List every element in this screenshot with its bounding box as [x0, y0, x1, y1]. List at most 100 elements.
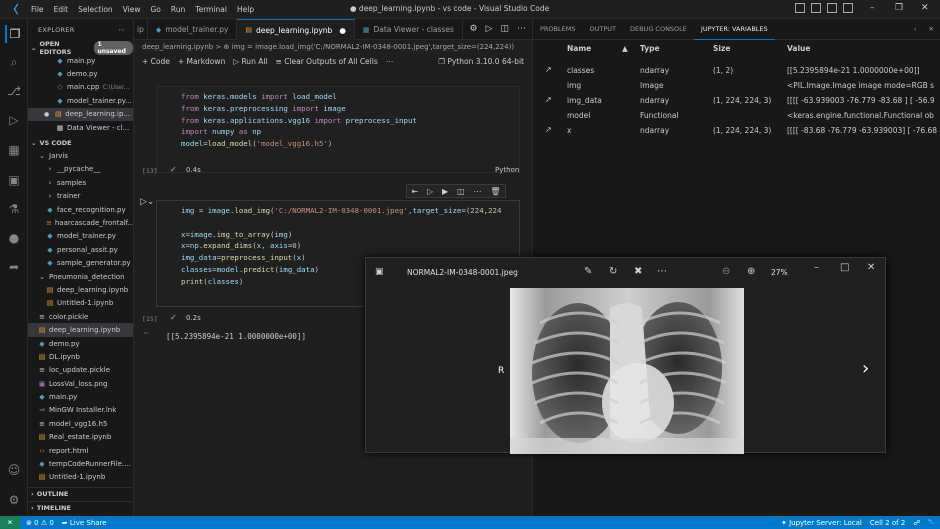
tab-problems[interactable]: PROBLEMS: [533, 19, 582, 40]
file-tree-item[interactable]: ‹› report.html: [28, 444, 133, 457]
toggle-panel-icon[interactable]: [811, 3, 821, 13]
toggle-sidebar-icon[interactable]: [795, 3, 805, 13]
menu-terminal[interactable]: Terminal: [190, 5, 232, 14]
tab-deep-learning[interactable]: ▤ deep_learning.ipynb ●: [237, 19, 355, 40]
cell-position[interactable]: Cell 2 of 2: [870, 519, 905, 527]
remote-explorer-icon[interactable]: ▣: [5, 171, 23, 189]
run-cell-icon[interactable]: ▶: [442, 187, 448, 196]
tab-debug-console[interactable]: DEBUG CONSOLE: [623, 19, 694, 40]
minimize-icon[interactable]: –: [870, 3, 875, 13]
tab-jupyter-variables[interactable]: JUPYTER: VARIABLES: [693, 19, 775, 40]
file-tree-item[interactable]: ⌄ Jarvis: [28, 149, 133, 162]
tab-data-viewer[interactable]: ▦ Data Viewer - classes: [355, 19, 463, 40]
file-tree-item[interactable]: ▤ Untitled-1.ipynb: [28, 471, 133, 484]
close-panel-icon[interactable]: ✕: [923, 19, 940, 40]
open-editor-item[interactable]: ◆ main.py: [28, 54, 133, 67]
live-share-icon[interactable]: ➦: [5, 258, 23, 276]
sort-ascending-icon[interactable]: ▲: [622, 44, 628, 53]
zoom-in-icon[interactable]: ⊕: [747, 266, 755, 277]
column-header-value[interactable]: Value: [787, 44, 810, 53]
remote-indicator-icon[interactable]: ⪤: [0, 516, 20, 529]
github-icon[interactable]: ●: [5, 229, 23, 247]
zoom-out-icon[interactable]: ⊖: [722, 266, 730, 277]
run-cell-button[interactable]: ▷⌄: [140, 197, 154, 207]
menu-run[interactable]: Run: [166, 5, 190, 14]
next-image-icon[interactable]: ›: [862, 358, 869, 379]
open-editor-item[interactable]: ◇ main.cpp C:\User...: [28, 81, 133, 94]
tab-overflow[interactable]: ip: [134, 19, 148, 40]
extensions-icon[interactable]: ▦: [5, 141, 23, 159]
file-tree-item[interactable]: ≡ model_vgg16.h5: [28, 417, 133, 430]
search-icon[interactable]: ⌕: [5, 53, 23, 71]
rotate-icon[interactable]: ↻: [609, 266, 617, 277]
open-editor-item[interactable]: ◆ demo.py: [28, 67, 133, 80]
kernel-picker[interactable]: ❐ Python 3.10.0 64-bit: [438, 57, 524, 66]
file-tree-item[interactable]: ⇒ MinGW Installer.lnk: [28, 404, 133, 417]
unsaved-dot-icon[interactable]: ●: [339, 26, 346, 35]
split-cell-icon[interactable]: ◫: [457, 187, 465, 196]
variable-row[interactable]: ↗ img_data ndarray (1, 224, 224, 3) [[[[ -63…: [533, 93, 940, 108]
file-tree-item[interactable]: ◆ main.py: [28, 390, 133, 403]
customize-layout-icon[interactable]: [843, 3, 853, 13]
close-icon[interactable]: ✕: [867, 262, 875, 273]
tab-model-trainer[interactable]: ◆ model_trainer.py: [148, 19, 238, 40]
output-more-icon[interactable]: ⋯: [144, 329, 148, 337]
more-actions-icon[interactable]: ⋯: [517, 24, 526, 34]
open-editor-item[interactable]: ▦ Data Viewer - cl...: [28, 121, 133, 134]
file-tree-item[interactable]: ◆ personal_assit.py: [28, 243, 133, 256]
live-share-button[interactable]: ➦ Live Share: [62, 519, 107, 527]
variable-row[interactable]: ↗ classes ndarray (1, 2) [[5.2395894e-21 1.0…: [533, 63, 940, 78]
variable-row[interactable]: img Image <PIL.Image.Image image mode=RGB …: [533, 78, 940, 93]
expand-data-viewer-icon[interactable]: ↗: [545, 125, 552, 134]
file-tree-item[interactable]: ▤ deep_learning.ipynb: [28, 283, 133, 296]
menu-file[interactable]: File: [26, 5, 49, 14]
source-control-icon[interactable]: ⎇: [5, 82, 23, 100]
menu-help[interactable]: Help: [232, 5, 259, 14]
expand-data-viewer-icon[interactable]: ↗: [545, 95, 552, 104]
open-editors-section[interactable]: ⌄ OPEN EDITORS 1 unsaved: [28, 40, 133, 56]
file-tree-item[interactable]: ◆ tempCodeRunnerFile....: [28, 457, 133, 470]
add-markdown-cell-button[interactable]: + Markdown: [178, 57, 225, 66]
variable-row[interactable]: ↗ x ndarray (1, 224, 224, 3) [[[[ -83.68 -76…: [533, 123, 940, 138]
explorer-icon[interactable]: ❐: [5, 25, 23, 43]
more-options-icon[interactable]: ⋯: [657, 266, 667, 277]
file-tree-item[interactable]: ▤ Real_estate.ipynb: [28, 431, 133, 444]
file-tree-item[interactable]: ◆ sample_generator.py: [28, 256, 133, 269]
expand-data-viewer-icon[interactable]: ↗: [545, 65, 552, 74]
clear-outputs-button[interactable]: ≡ Clear Outputs of All Cells: [276, 57, 378, 66]
run-debug-icon[interactable]: ▷: [5, 111, 23, 129]
run-all-button[interactable]: ▷ Run All: [233, 57, 267, 66]
more-actions-icon[interactable]: ⋯: [386, 57, 394, 66]
run-icon[interactable]: ▷: [486, 24, 493, 34]
column-header-size[interactable]: Size: [713, 44, 730, 53]
open-editor-item[interactable]: ● ▤ deep_learning.ip...: [28, 107, 133, 121]
column-header-name[interactable]: Name: [567, 44, 591, 53]
unsaved-dot-icon[interactable]: ●: [44, 111, 49, 118]
menu-go[interactable]: Go: [145, 5, 165, 14]
menu-edit[interactable]: Edit: [49, 5, 74, 14]
jupyter-server-status[interactable]: ✦ Jupyter Server: Local: [781, 519, 862, 527]
file-tree-item[interactable]: ▤ Untitled-1.ipynb: [28, 297, 133, 310]
file-tree-item[interactable]: ≡ color.pickle: [28, 310, 133, 323]
file-tree-item[interactable]: ▤ deep_learning.ipynb: [28, 323, 133, 337]
restore-icon[interactable]: ❐: [895, 3, 903, 13]
notifications-icon[interactable]: ␇: [928, 518, 934, 527]
more-actions-icon[interactable]: ⋯: [118, 26, 125, 34]
delete-cell-icon[interactable]: 🗑: [490, 187, 500, 196]
file-tree-item[interactable]: ◆ demo.py: [28, 337, 133, 350]
file-tree-item[interactable]: ◆ face_recognition.py: [28, 203, 133, 216]
account-icon[interactable]: ☺: [5, 461, 23, 479]
run-below-icon[interactable]: ▷: [427, 187, 433, 196]
cell-language[interactable]: Python: [495, 166, 519, 174]
settings-gear-icon[interactable]: ⚙: [5, 491, 23, 509]
errors-indicator[interactable]: ⊗ 0 ⚠ 0: [26, 519, 54, 527]
file-tree-item[interactable]: › trainer: [28, 190, 133, 203]
file-tree-item[interactable]: ≡ loc_update.pickle: [28, 364, 133, 377]
file-tree-item[interactable]: ≡ haarcascade_frontalf...: [28, 216, 133, 229]
toggle-secondary-sidebar-icon[interactable]: [827, 3, 837, 13]
outline-section[interactable]: › OUTLINE: [28, 487, 133, 500]
edit-image-icon[interactable]: ✎: [584, 266, 592, 277]
testing-icon[interactable]: ⚗: [5, 200, 23, 218]
menu-view[interactable]: View: [118, 5, 146, 14]
tab-output[interactable]: OUTPUT: [582, 19, 623, 40]
